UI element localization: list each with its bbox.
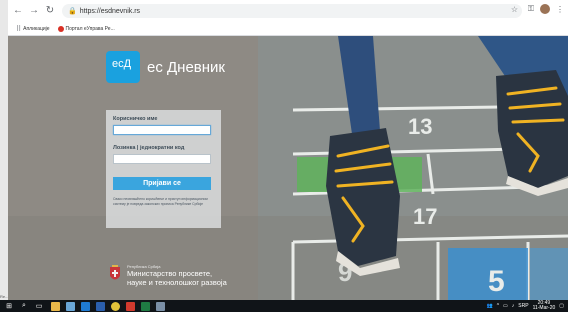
people-icon[interactable]: 👥 bbox=[486, 303, 492, 309]
ministry-footer: Република Србија Министарство просвете, … bbox=[108, 264, 227, 287]
apps-grid-icon: ⠿ bbox=[16, 25, 22, 33]
hopscotch-background-image: 13 17 5 9 bbox=[8, 36, 568, 300]
legal-notice: Свако неовлашћено коришћење и приступ ин… bbox=[113, 197, 208, 206]
browser-toolbar: ← → ↻ 🔒 https://esdnevnik.rs ☆ ⚿ ⋮ bbox=[8, 0, 568, 22]
profile-avatar[interactable] bbox=[540, 4, 550, 14]
bookmark-star-icon[interactable]: ☆ bbox=[511, 5, 518, 14]
esdnevnik-logo: есД bbox=[106, 51, 140, 83]
network-icon[interactable]: ▭ bbox=[503, 303, 508, 309]
volume-icon[interactable]: ♪ bbox=[512, 303, 515, 309]
search-icon[interactable]: ⌕ bbox=[18, 301, 30, 311]
svg-text:17: 17 bbox=[413, 204, 437, 229]
url-text: https://esdnevnik.rs bbox=[79, 7, 141, 15]
start-icon[interactable]: ⊞ bbox=[3, 301, 15, 311]
brand-name: ес Дневник bbox=[147, 58, 225, 76]
ministry-line-1: Министарство просвете, bbox=[127, 269, 213, 278]
clock[interactable]: 20:49 11-Mar-20 bbox=[533, 301, 556, 311]
forward-icon[interactable]: → bbox=[28, 5, 40, 17]
menu-icon[interactable]: ⋮ bbox=[556, 5, 564, 14]
back-icon[interactable]: ← bbox=[12, 5, 24, 17]
login-button[interactable]: Пријави се bbox=[113, 177, 211, 190]
ministry-line-2: науке и технолошког развоја bbox=[127, 278, 227, 287]
language-indicator[interactable]: SRP bbox=[518, 303, 528, 309]
edge-icon[interactable] bbox=[81, 301, 90, 311]
chrome-icon[interactable] bbox=[111, 301, 120, 311]
file-explorer-icon[interactable] bbox=[51, 301, 60, 311]
password-label: Лозинка | једнократни код bbox=[113, 145, 185, 151]
page-viewport: 13 17 5 9 есД ес Дневник Корисничко име … bbox=[8, 36, 568, 300]
username-label: Корисничко име bbox=[113, 116, 158, 122]
tray-chevron-icon[interactable]: ^ bbox=[497, 303, 499, 309]
acrobat-icon[interactable] bbox=[126, 301, 135, 311]
lock-icon: 🔒 bbox=[68, 8, 77, 15]
bookmark-label: Апликације bbox=[23, 25, 50, 32]
bookmark-label: Портал eУправа Ре... bbox=[65, 25, 115, 32]
key-icon[interactable]: ⚿ bbox=[528, 4, 534, 14]
store-icon[interactable] bbox=[66, 301, 75, 311]
portal-favicon bbox=[57, 25, 64, 32]
logo-text: есД bbox=[112, 58, 132, 70]
system-tray: 👥 ^ ▭ ♪ SRP 20:49 11-Mar-20 ▢ bbox=[486, 301, 564, 311]
excel-icon[interactable] bbox=[141, 301, 150, 311]
windows-taskbar: ⊞ ⌕ ▭ 👥 ^ ▭ ♪ SRP 20:49 11-Mar-20 ▢ bbox=[0, 300, 568, 312]
username-input[interactable] bbox=[113, 125, 211, 135]
bookmarks-bar: ⠿ Апликације Портал eУправа Ре... bbox=[8, 22, 568, 36]
task-view-icon[interactable]: ▭ bbox=[33, 301, 45, 311]
bookmark-portal[interactable]: Портал eУправа Ре... bbox=[57, 25, 115, 32]
svg-text:5: 5 bbox=[488, 265, 505, 298]
app-icon[interactable] bbox=[156, 301, 165, 311]
login-card: Корисничко име Лозинка | једнократни код… bbox=[106, 110, 221, 228]
bookmark-apps[interactable]: ⠿ Апликације bbox=[16, 25, 50, 33]
word-icon[interactable] bbox=[96, 301, 105, 311]
reload-icon[interactable]: ↻ bbox=[44, 5, 56, 17]
clock-date: 11-Mar-20 bbox=[532, 305, 556, 311]
serbia-crest-icon bbox=[110, 265, 120, 280]
brand: есД ес Дневник bbox=[106, 51, 225, 83]
notifications-icon[interactable]: ▢ bbox=[559, 303, 564, 309]
svg-text:13: 13 bbox=[408, 114, 432, 139]
address-bar[interactable]: 🔒 https://esdnevnik.rs ☆ bbox=[62, 4, 522, 18]
password-input[interactable] bbox=[113, 154, 211, 164]
